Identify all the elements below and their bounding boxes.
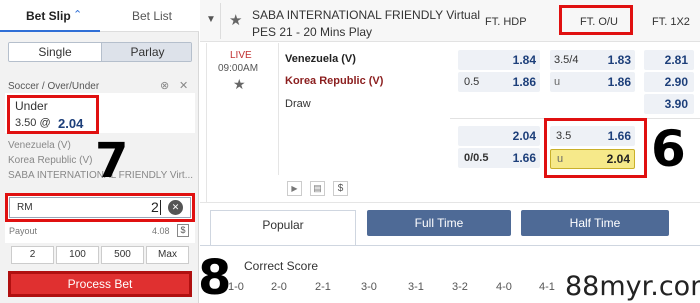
score-2-0[interactable]: 2-0	[271, 281, 287, 293]
x12-home-cell[interactable]: 2.81	[644, 50, 694, 70]
team-home: Venezuela (V)	[285, 53, 356, 65]
quick-stake-500[interactable]: 500	[101, 246, 144, 264]
tab-underline	[200, 245, 700, 246]
league-subtitle: PES 21 - 20 Mins Play	[252, 25, 373, 39]
close-icon[interactable]: ✕	[179, 79, 188, 92]
match-time: 09:00AM	[218, 63, 259, 74]
hdp2-away-cell[interactable]: 0/0.5 1.66	[458, 148, 540, 168]
annotation-box-under-odds	[544, 118, 647, 178]
hdp-home-cell[interactable]: 1.84	[458, 50, 540, 70]
ou-under-cell[interactable]: u 1.86	[550, 72, 635, 92]
column-ft-1x2: FT. 1X2	[652, 16, 690, 28]
play-icon[interactable]: ▶	[287, 181, 302, 196]
match-panel: ▼ ★ SABA INTERNATIONAL FRIENDLY Virtual …	[200, 0, 700, 303]
ou-over-odds: 1.83	[607, 53, 631, 67]
stake-input[interactable]: RM 2 ✕	[9, 197, 191, 218]
tab-bet-list[interactable]: Bet List	[132, 9, 172, 23]
clear-icon[interactable]: ✕	[168, 200, 183, 215]
process-bet-button[interactable]: Process Bet	[8, 271, 192, 297]
divider	[278, 43, 279, 175]
star-icon[interactable]: ★	[233, 76, 246, 93]
star-icon[interactable]: ★	[229, 11, 242, 29]
x12-draw-odds: 3.90	[664, 97, 688, 111]
ou-over-cell[interactable]: 3.5/4 1.83	[550, 50, 635, 70]
score-2-1[interactable]: 2-1	[315, 281, 331, 293]
collapse-icon[interactable]: ▼	[206, 14, 216, 25]
column-ft-hdp: FT. HDP	[485, 16, 527, 28]
bet-mode-toggle: Single Parlay	[8, 42, 192, 62]
watermark: 88myr.com	[565, 271, 700, 302]
chevron-up-icon: ⌃	[73, 9, 83, 21]
divider	[206, 43, 207, 203]
hdp-away-odds: 1.86	[512, 75, 536, 89]
score-4-0[interactable]: 4-0	[496, 281, 512, 293]
ou-under-odds: 1.86	[607, 75, 631, 89]
x12-home-odds: 2.81	[664, 53, 688, 67]
pin-icon[interactable]: ⊗	[160, 79, 169, 92]
score-3-0[interactable]: 3-0	[361, 281, 377, 293]
hdp-away-cell[interactable]: 0.5 1.86	[458, 72, 540, 92]
selection-odds: 2.04	[58, 116, 84, 131]
x12-away-cell[interactable]: 2.90	[644, 72, 694, 92]
quick-stake-100[interactable]: 100	[56, 246, 99, 264]
bet-team-home: Venezuela (V)	[8, 140, 71, 151]
quick-stake-max[interactable]: Max	[146, 246, 189, 264]
annotation-number-7: 7	[95, 133, 129, 189]
league-title: SABA INTERNATIONAL FRIENDLY Virtual	[252, 8, 481, 22]
team-away: Korea Republic (V)	[285, 75, 384, 87]
hdp2-away-odds: 1.66	[512, 151, 536, 165]
hdp2-home-odds: 2.04	[512, 129, 536, 143]
tab-popular[interactable]: Popular	[210, 210, 356, 246]
dollar-icon[interactable]: $	[333, 181, 348, 196]
match-status: LIVE	[230, 50, 252, 61]
annotation-number-6: 6	[651, 120, 686, 178]
ou-under-label: u	[554, 76, 561, 88]
dollar-icon[interactable]: $	[177, 224, 189, 237]
correct-score-row: 1-0 2-0 2-1 3-0 3-1 3-2 4-0 4-1	[228, 281, 568, 297]
tab-full-time[interactable]: Full Time	[367, 210, 511, 236]
hdp2-away-line: 0/0.5	[464, 152, 489, 164]
stake-value: 2	[151, 199, 159, 215]
parlay-button[interactable]: Parlay	[101, 43, 191, 61]
annotation-box-ou-header	[559, 5, 633, 35]
divider	[220, 3, 221, 39]
text-cursor	[160, 200, 161, 215]
payout-label: Payout	[9, 226, 38, 236]
bet-slip-tabs: Bet Slip ⌃ Bet List	[0, 0, 199, 32]
hdp-home-odds: 1.84	[512, 53, 536, 67]
x12-draw-cell[interactable]: 3.90	[644, 94, 694, 114]
section-divider	[200, 202, 700, 203]
score-1-0[interactable]: 1-0	[228, 281, 244, 293]
x12-away-odds: 2.90	[664, 75, 688, 89]
score-4-1[interactable]: 4-1	[539, 281, 555, 293]
single-button[interactable]: Single	[9, 43, 101, 61]
correct-score-label: Correct Score	[244, 259, 319, 273]
stats-icon[interactable]: ▤	[310, 181, 325, 196]
selection-line: 3.50 @	[15, 117, 51, 129]
score-3-1[interactable]: 3-1	[408, 281, 424, 293]
bet-team-away: Korea Republic (V)	[8, 155, 93, 166]
stake-currency: RM	[17, 202, 33, 213]
tab-bet-slip[interactable]: Bet Slip ⌃	[0, 0, 100, 32]
draw-label: Draw	[285, 98, 311, 110]
bet-category: Soccer / Over/Under	[8, 81, 100, 92]
tab-half-time[interactable]: Half Time	[521, 210, 669, 236]
payout-value: 4.08	[152, 226, 170, 236]
score-3-2[interactable]: 3-2	[452, 281, 468, 293]
ou-over-line: 3.5/4	[554, 54, 579, 66]
hdp2-home-cell[interactable]: 2.04	[458, 126, 540, 146]
quick-stake-2[interactable]: 2	[11, 246, 54, 264]
tab-bet-slip-label: Bet Slip	[26, 9, 71, 23]
bet-slip-panel: Bet Slip ⌃ Bet List Single Parlay Soccer…	[0, 0, 199, 303]
hdp-away-line: 0.5	[464, 76, 480, 88]
selection-name: Under	[15, 99, 48, 113]
